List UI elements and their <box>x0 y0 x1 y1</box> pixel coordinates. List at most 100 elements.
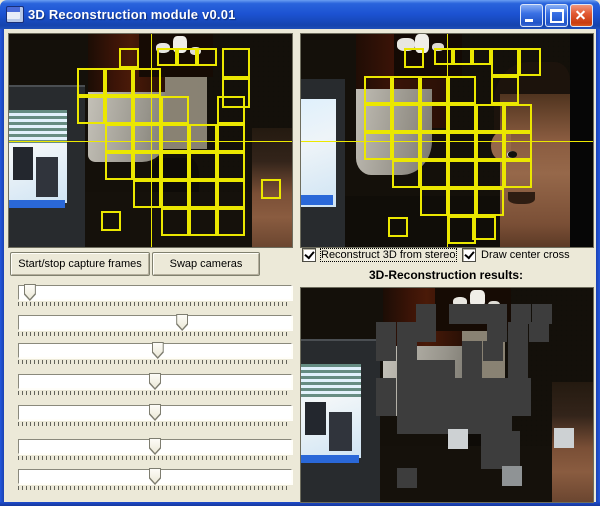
feature-box <box>133 96 161 124</box>
center-cross-horizontal <box>301 141 593 142</box>
feature-box <box>448 188 476 216</box>
trackbar-7-ticks <box>18 486 290 490</box>
start-stop-capture-button[interactable]: Start/stop capture frames <box>10 252 150 276</box>
checkbox-label[interactable]: Reconstruct 3D from stereo <box>321 249 456 261</box>
feature-box <box>161 96 189 124</box>
feature-box <box>77 68 105 96</box>
swap-cameras-button[interactable]: Swap cameras <box>152 252 260 276</box>
depth-square <box>416 304 436 324</box>
trackbar-1-ticks <box>18 302 290 306</box>
maximize-button[interactable] <box>545 4 568 27</box>
feature-box <box>133 180 161 208</box>
close-button[interactable] <box>570 4 593 27</box>
trackbar-4[interactable] <box>18 374 292 389</box>
feature-box <box>472 48 491 65</box>
checkmark-icon <box>304 248 314 259</box>
feature-box <box>133 68 161 96</box>
trackbar-thumb[interactable] <box>152 342 164 359</box>
trackbar-thumb[interactable] <box>149 373 161 390</box>
feature-box <box>472 216 496 240</box>
depth-square <box>376 322 396 342</box>
feature-box <box>448 132 476 160</box>
checkbox-label[interactable]: Draw center cross <box>481 249 570 261</box>
results-title: 3D-Reconstruction results: <box>300 268 592 282</box>
feature-box <box>388 217 408 237</box>
depth-square <box>529 322 549 342</box>
depth-square <box>376 378 396 398</box>
trackbar-thumb[interactable] <box>149 404 161 421</box>
trackbar-thumb[interactable] <box>149 468 161 485</box>
title-bar[interactable]: 3D Reconstruction module v0.01 <box>0 0 600 29</box>
depth-square <box>454 378 474 398</box>
depth-square <box>397 468 417 488</box>
depth-square <box>473 396 493 416</box>
depth-square <box>483 341 503 361</box>
reconstruct-3d-checkbox[interactable]: Reconstruct 3D from stereo <box>302 247 456 262</box>
trackbar-thumb[interactable] <box>24 284 36 301</box>
feature-box <box>420 76 448 104</box>
feature-box <box>217 208 245 236</box>
depth-square <box>435 360 455 380</box>
feature-box <box>189 180 217 208</box>
depth-square <box>481 431 501 451</box>
feature-box <box>189 208 217 236</box>
trackbar-5[interactable] <box>18 405 292 420</box>
depth-square <box>462 341 482 361</box>
reconstruction-results-view <box>300 287 594 503</box>
trackbar-thumb[interactable] <box>149 438 161 455</box>
checkbox-box[interactable] <box>302 248 316 262</box>
depth-square <box>397 396 417 416</box>
feature-box <box>222 48 250 78</box>
feature-box <box>105 124 133 152</box>
depth-square <box>492 396 512 416</box>
depth-square <box>508 360 528 380</box>
feature-box <box>101 211 121 231</box>
depth-square <box>532 304 552 324</box>
feature-box <box>217 124 245 152</box>
app-window: 3D Reconstruction module v0.01 <box>0 0 600 506</box>
depth-square <box>376 396 396 416</box>
feature-box <box>476 188 504 216</box>
trackbar-6-ticks <box>18 456 290 460</box>
feature-box <box>157 48 177 66</box>
trackbar-thumb[interactable] <box>176 314 188 331</box>
depth-square <box>435 396 455 416</box>
trackbar-1[interactable] <box>18 285 292 300</box>
feature-box <box>217 96 245 124</box>
feature-box <box>404 48 424 68</box>
feature-box <box>217 152 245 180</box>
trackbar-2[interactable] <box>18 315 292 330</box>
feature-box <box>392 76 420 104</box>
depth-squares-overlay <box>301 288 593 502</box>
depth-square <box>416 360 436 380</box>
feature-box <box>364 76 392 104</box>
feature-box <box>491 76 519 104</box>
depth-square <box>397 341 417 361</box>
depth-square <box>502 466 522 486</box>
draw-center-cross-checkbox[interactable]: Draw center cross <box>462 247 570 262</box>
trackbar-4-ticks <box>18 391 290 395</box>
trackbar-3[interactable] <box>18 343 292 358</box>
trackbar-5-ticks <box>18 422 290 426</box>
feature-box <box>504 104 532 132</box>
feature-box <box>504 132 532 160</box>
minimize-button[interactable] <box>520 4 543 27</box>
depth-square <box>481 449 501 469</box>
depth-square <box>492 378 512 398</box>
window-border-left <box>0 29 4 502</box>
feature-box <box>105 96 133 124</box>
feature-box <box>476 160 504 188</box>
center-cross-horizontal <box>9 141 292 142</box>
feature-box <box>133 124 161 152</box>
trackbar-7[interactable] <box>18 469 292 484</box>
window-title: 3D Reconstruction module v0.01 <box>28 7 236 22</box>
feature-box <box>161 152 189 180</box>
depth-square <box>473 378 493 398</box>
depth-square <box>416 414 436 434</box>
depth-square <box>454 396 474 416</box>
feature-box <box>133 152 161 180</box>
depth-square <box>416 378 436 398</box>
depth-square <box>511 304 531 324</box>
checkbox-box[interactable] <box>462 248 476 262</box>
trackbar-6[interactable] <box>18 439 292 454</box>
